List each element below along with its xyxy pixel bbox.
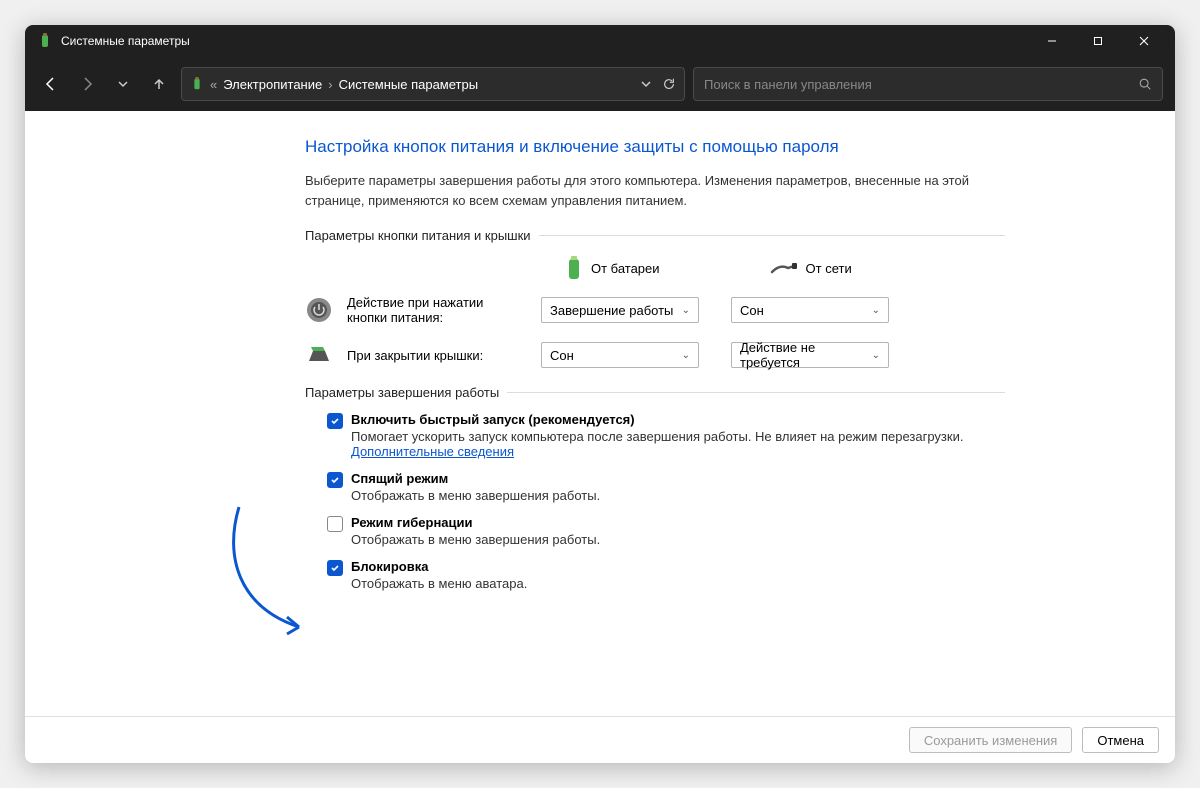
chevron-down-icon: ⌄ — [682, 350, 690, 361]
column-headers: От батареи От сети — [565, 255, 1005, 281]
sleep-checkbox[interactable] — [327, 472, 343, 488]
battery-column-header: От батареи — [565, 255, 660, 281]
maximize-button[interactable] — [1075, 25, 1121, 57]
window-title: Системные параметры — [61, 34, 1029, 48]
fast-startup-checkbox[interactable] — [327, 413, 343, 429]
section-header: Параметры кнопки питания и крышки — [305, 228, 1005, 243]
more-info-link[interactable]: Дополнительные сведения — [351, 444, 514, 459]
up-button[interactable] — [145, 70, 173, 98]
cancel-button[interactable]: Отмена — [1082, 727, 1159, 753]
power-button-label: Действие при нажатии кнопки питания: — [347, 295, 527, 325]
lid-close-row: При закрытии крышки: Сон ⌄ Действие не т… — [305, 341, 1005, 369]
battery-icon — [190, 77, 204, 91]
option-desc: Отображать в меню аватара. — [351, 576, 527, 591]
hibernate-option: Режим гибернации Отображать в меню завер… — [327, 515, 1005, 547]
page-heading: Настройка кнопок питания и включение защ… — [305, 137, 1005, 157]
divider — [507, 392, 1005, 393]
chevron-down-icon: ⌄ — [872, 305, 880, 316]
breadcrumb-item[interactable]: Электропитание — [223, 77, 322, 92]
sleep-option: Спящий режим Отображать в меню завершени… — [327, 471, 1005, 503]
power-button-row: Действие при нажатии кнопки питания: Зав… — [305, 295, 1005, 325]
power-battery-select[interactable]: Завершение работы ⌄ — [541, 297, 699, 323]
fast-startup-option: Включить быстрый запуск (рекомендуется) … — [327, 412, 1005, 459]
address-bar[interactable]: « Электропитание › Системные параметры — [181, 67, 685, 101]
chevron-down-icon[interactable] — [640, 78, 652, 90]
lock-checkbox[interactable] — [327, 560, 343, 576]
ac-column-header: От сети — [770, 260, 852, 276]
search-icon — [1138, 77, 1152, 91]
nav-bar: « Электропитание › Системные параметры — [25, 57, 1175, 111]
lid-battery-select[interactable]: Сон ⌄ — [541, 342, 699, 368]
recent-locations-button[interactable] — [109, 70, 137, 98]
search-bar[interactable] — [693, 67, 1163, 101]
option-label: Включить быстрый запуск (рекомендуется) — [351, 412, 1005, 427]
option-desc: Помогает ускорить запуск компьютера посл… — [351, 429, 1005, 459]
close-button[interactable] — [1121, 25, 1167, 57]
search-input[interactable] — [704, 77, 1138, 92]
minimize-button[interactable] — [1029, 25, 1075, 57]
title-bar: Системные параметры — [25, 25, 1175, 57]
app-icon — [37, 33, 53, 49]
chevron-down-icon: ⌄ — [872, 350, 880, 361]
annotation-arrow — [219, 497, 319, 647]
lid-ac-select[interactable]: Действие не требуется ⌄ — [731, 342, 889, 368]
app-window: Системные параметры — [25, 25, 1175, 763]
option-desc: Отображать в меню завершения работы. — [351, 532, 600, 547]
save-button[interactable]: Сохранить изменения — [909, 727, 1073, 753]
chevron-down-icon: ⌄ — [682, 305, 690, 316]
section-header: Параметры завершения работы — [305, 385, 1005, 400]
forward-button[interactable] — [73, 70, 101, 98]
hibernate-checkbox[interactable] — [327, 516, 343, 532]
power-ac-select[interactable]: Сон ⌄ — [731, 297, 889, 323]
back-button[interactable] — [37, 70, 65, 98]
footer: Сохранить изменения Отмена — [25, 716, 1175, 763]
section-title: Параметры кнопки питания и крышки — [305, 228, 531, 243]
chevron-right-icon: › — [328, 77, 332, 92]
lid-close-label: При закрытии крышки: — [347, 348, 527, 363]
option-label: Режим гибернации — [351, 515, 600, 530]
page-subtext: Выберите параметры завершения работы для… — [305, 171, 1005, 210]
option-label: Спящий режим — [351, 471, 600, 486]
section-title: Параметры завершения работы — [305, 385, 499, 400]
breadcrumb-prefix-icon: « — [210, 77, 217, 92]
divider — [539, 235, 1005, 236]
breadcrumb-item[interactable]: Системные параметры — [339, 77, 478, 92]
lock-option: Блокировка Отображать в меню аватара. — [327, 559, 1005, 591]
window-controls — [1029, 25, 1167, 57]
laptop-icon — [305, 341, 333, 369]
content-area: Настройка кнопок питания и включение защ… — [25, 111, 1175, 716]
battery-icon — [565, 255, 583, 281]
option-label: Блокировка — [351, 559, 527, 574]
plug-icon — [770, 260, 798, 276]
refresh-icon[interactable] — [662, 77, 676, 91]
power-icon — [305, 296, 333, 324]
option-desc: Отображать в меню завершения работы. — [351, 488, 600, 503]
